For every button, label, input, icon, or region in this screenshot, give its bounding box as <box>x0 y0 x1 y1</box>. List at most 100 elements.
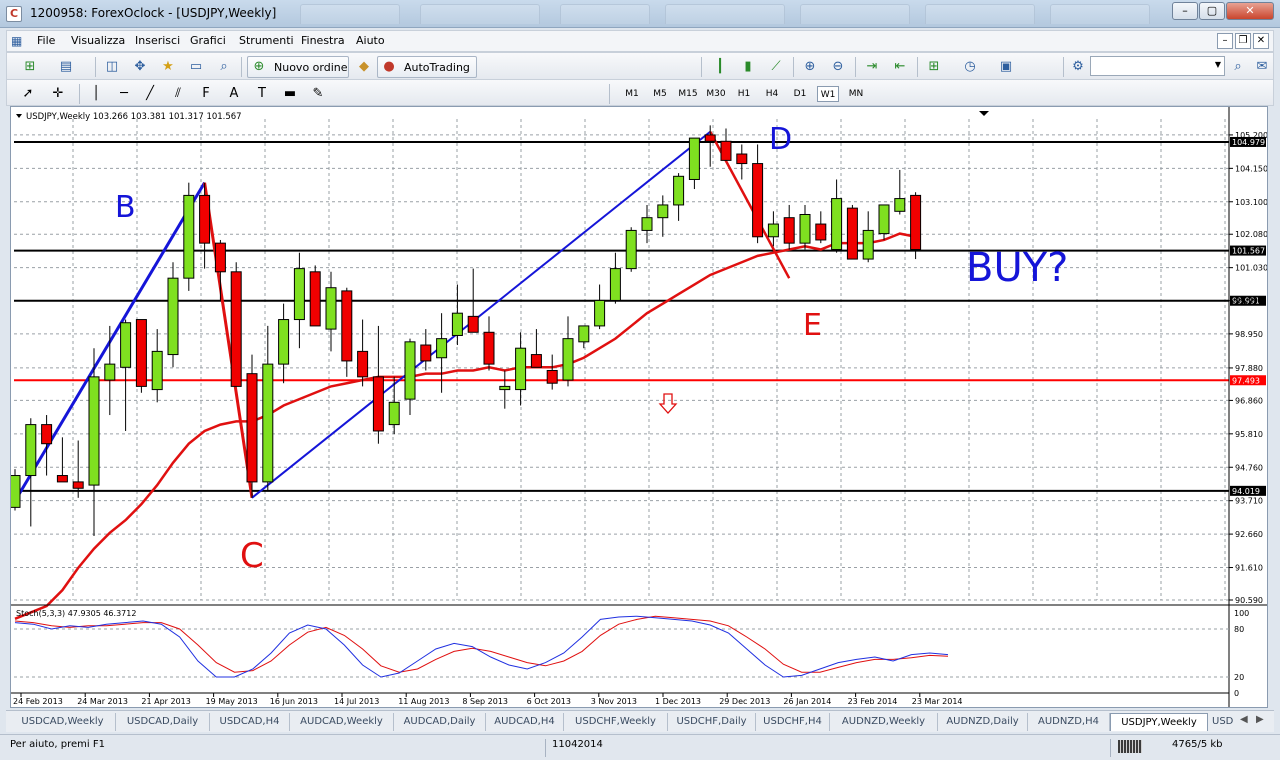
tab-audcad-h4[interactable]: AUDCAD,H4 <box>486 713 564 731</box>
tab-usdchf-daily[interactable]: USDCHF,Daily <box>668 713 756 731</box>
menu-file[interactable]: File <box>37 34 55 47</box>
metaeditor-icon[interactable]: ◆ <box>355 58 373 76</box>
cursor-icon[interactable]: ➚ <box>19 85 37 103</box>
line-chart-icon[interactable]: ⟋ <box>767 58 785 76</box>
candle-body <box>451 312 463 336</box>
chart-grid <box>14 119 1229 601</box>
settings-gear-icon[interactable]: ⚙ <box>1069 58 1087 76</box>
timeframe-w1[interactable]: W1 <box>817 86 839 102</box>
time-tick-label: 14 Jul 2013 <box>334 697 379 706</box>
menu-insert[interactable]: Inserisci <box>135 34 180 47</box>
timeframe-mn[interactable]: MN <box>845 86 867 102</box>
vertical-line-icon[interactable]: │ <box>87 85 105 103</box>
new-order-button[interactable]: ⊕ Nuovo ordine <box>247 56 349 78</box>
menu-charts[interactable]: Grafici <box>190 34 226 47</box>
candle-body <box>641 217 653 231</box>
chart-window[interactable]: 104.979 101.567 99.991 97.493 94.019 105.200… <box>10 106 1268 708</box>
zoom-out-icon[interactable]: ⊖ <box>829 58 847 76</box>
tab-usdjpy-weekly[interactable]: USDJPY,Weekly <box>1110 713 1208 731</box>
tab-usdcad-weekly[interactable]: USDCAD,Weekly <box>10 713 116 731</box>
candle-body <box>515 347 527 391</box>
toolbar-separator <box>241 57 242 77</box>
price-tick-label: 98.950 <box>1235 330 1263 339</box>
bar-chart-icon[interactable]: ┃ <box>711 58 729 76</box>
autotrading-button[interactable]: ● AutoTrading <box>377 56 477 78</box>
close-button[interactable]: ✕ <box>1226 2 1274 20</box>
price-tick-label: 101.030 <box>1235 264 1267 273</box>
text-label-icon[interactable]: T <box>253 85 271 103</box>
navigator-icon[interactable]: ★ <box>159 58 177 76</box>
candle-body <box>499 385 511 391</box>
tab-scroll-left-icon[interactable]: ◀ <box>1240 714 1248 725</box>
annotation-e: E <box>803 308 822 343</box>
market-watch-icon[interactable]: ◫ <box>103 58 121 76</box>
fibonacci-icon[interactable]: F <box>197 85 215 103</box>
menu-help[interactable]: Aiuto <box>356 34 385 47</box>
profiles-icon[interactable]: ▤ <box>57 58 75 76</box>
tab-usd-partial[interactable]: USD <box>1208 713 1234 731</box>
trend-line-icon[interactable]: ╱ <box>141 85 159 103</box>
candle-body <box>404 341 416 400</box>
chat-icon[interactable]: ✉ <box>1253 58 1271 76</box>
chart-shift-icon[interactable]: ⇤ <box>891 58 909 76</box>
candle-body <box>878 204 890 235</box>
status-bar: Per aiuto, premi F1 11042014 4765/5 kb <box>0 734 1280 760</box>
indicators-icon[interactable]: ⊞ <box>925 58 943 76</box>
templates-icon[interactable]: ▣ <box>997 58 1015 76</box>
zoom-in-icon[interactable]: ⊕ <box>801 58 819 76</box>
terminal-icon[interactable]: ▭ <box>187 58 205 76</box>
tab-audnzd-daily[interactable]: AUDNZD,Daily <box>938 713 1028 731</box>
price-tick-label: 91.610 <box>1235 564 1263 573</box>
timeframe-h1[interactable]: H1 <box>733 86 755 102</box>
chart-menu-arrow-icon <box>16 114 22 118</box>
search-icon[interactable]: ⌕ <box>1229 58 1247 76</box>
chart-window-icon[interactable]: ▦ <box>11 34 22 48</box>
timeframe-m5[interactable]: M5 <box>649 86 671 102</box>
menu-view[interactable]: Visualizza <box>71 34 125 47</box>
candle-body <box>894 198 906 212</box>
price-chart[interactable]: 104.979101.56799.99197.49394.019 105.200… <box>11 107 1267 707</box>
tab-usdchf-h4[interactable]: USDCHF,H4 <box>756 713 830 731</box>
tab-usdchf-weekly[interactable]: USDCHF,Weekly <box>564 713 668 731</box>
background-tab <box>1050 4 1150 24</box>
tab-scroll-right-icon[interactable]: ▶ <box>1256 714 1264 725</box>
crosshair-move-icon[interactable]: ✥ <box>131 58 149 76</box>
periods-clock-icon[interactable]: ◷ <box>961 58 979 76</box>
channel-icon[interactable]: ⫽ <box>169 85 187 103</box>
minimize-button[interactable]: – <box>1172 2 1198 20</box>
tab-audnzd-weekly[interactable]: AUDNZD,Weekly <box>830 713 938 731</box>
candle-body <box>325 287 337 330</box>
crosshair-icon[interactable]: ✛ <box>49 85 67 103</box>
new-chart-icon[interactable]: ⊞ <box>21 58 39 76</box>
arrow-shape-icon[interactable]: ▬ <box>281 85 299 103</box>
timeframe-m15[interactable]: M15 <box>677 86 699 102</box>
tab-usdcad-h4[interactable]: USDCAD,H4 <box>210 713 290 731</box>
search-input[interactable]: ▼ <box>1090 56 1225 76</box>
candlestick-icon[interactable]: ▮ <box>739 58 757 76</box>
menu-window[interactable]: Finestra <box>301 34 345 47</box>
timeframe-m30[interactable]: M30 <box>705 86 727 102</box>
stoch-signal-line <box>14 615 949 673</box>
shapes-menu-icon[interactable]: ✎ <box>309 85 327 103</box>
strategy-tester-icon[interactable]: ⌕ <box>215 58 233 76</box>
tab-audcad-daily[interactable]: AUDCAD,Daily <box>394 713 486 731</box>
tab-audnzd-h4[interactable]: AUDNZD,H4 <box>1028 713 1110 731</box>
mdi-minimize-button[interactable]: – <box>1217 33 1233 49</box>
mdi-close-button[interactable]: ✕ <box>1253 33 1269 49</box>
connection-status-icon[interactable] <box>1118 740 1142 753</box>
tab-usdcad-daily[interactable]: USDCAD,Daily <box>116 713 210 731</box>
candle-body <box>783 217 795 244</box>
menu-tools[interactable]: Strumenti <box>239 34 294 47</box>
timeframe-m1[interactable]: M1 <box>621 86 643 102</box>
candle-body <box>546 369 558 384</box>
tab-audcad-weekly[interactable]: AUDCAD,Weekly <box>290 713 394 731</box>
mdi-restore-button[interactable]: ❐ <box>1235 33 1251 49</box>
timeframe-h4[interactable]: H4 <box>761 86 783 102</box>
text-icon[interactable]: A <box>225 85 243 103</box>
maximize-button[interactable]: ▢ <box>1199 2 1225 20</box>
horizontal-line-icon[interactable]: ─ <box>115 85 133 103</box>
auto-scroll-icon[interactable]: ⇥ <box>863 58 881 76</box>
horizontal-lines: 104.979101.56799.99197.49394.019 <box>14 136 1266 496</box>
chevron-down-icon[interactable]: ▼ <box>1215 60 1221 69</box>
timeframe-d1[interactable]: D1 <box>789 86 811 102</box>
